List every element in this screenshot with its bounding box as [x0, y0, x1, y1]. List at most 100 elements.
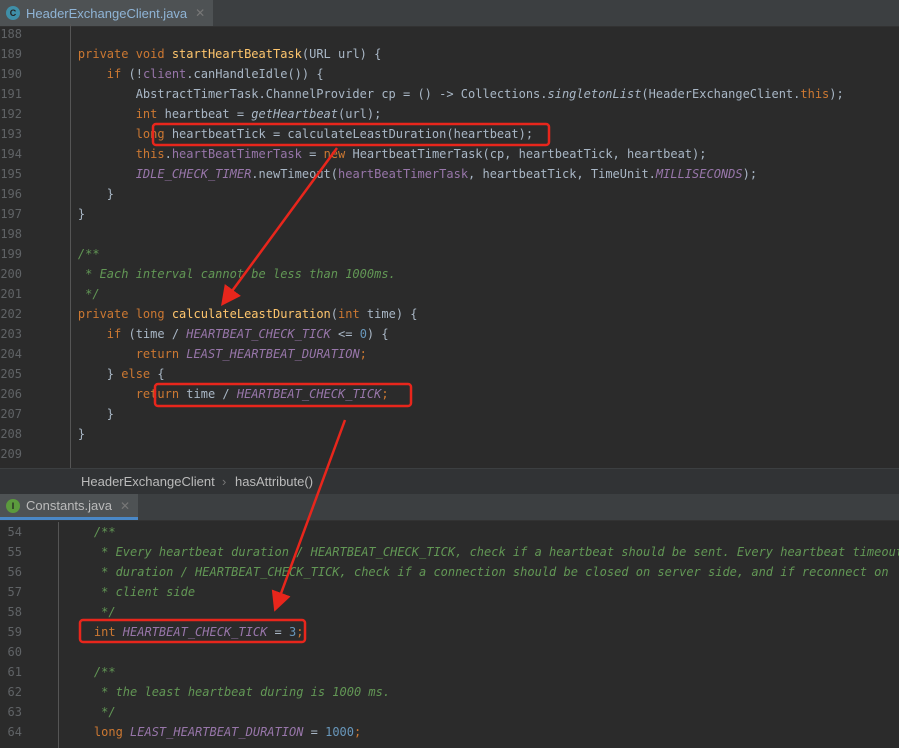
line-number: 191	[0, 87, 22, 101]
code-line: 198	[0, 224, 899, 244]
code-token: else	[121, 367, 158, 381]
breadcrumb-method[interactable]: hasAttribute()	[235, 469, 313, 494]
code-token: (HeaderExchangeClient.	[641, 87, 801, 101]
line-number: 196	[0, 187, 22, 201]
line-number: 64	[7, 725, 22, 739]
line-number: 206	[0, 387, 22, 401]
code-token: int	[49, 107, 165, 121]
code-token: this	[800, 87, 830, 101]
code-text: }	[49, 184, 114, 204]
code-text: } else {	[49, 364, 165, 384]
editor-top[interactable]: 188 189 private void startHeartBeatTask(U…	[0, 24, 899, 468]
code-text: long LEAST_HEARTBEAT_DURATION = 1000;	[65, 722, 361, 742]
code-token: ;	[381, 387, 389, 401]
code-line: 62 * the least heartbeat during is 1000 …	[0, 682, 899, 702]
code-token: ;	[296, 625, 304, 639]
code-text: }	[49, 404, 114, 424]
code-line: 206 return time / HEARTBEAT_CHECK_TICK;	[0, 384, 899, 404]
code-line: 61 /**	[0, 662, 899, 682]
code-text: if (time / HEARTBEAT_CHECK_TICK <= 0) {	[49, 324, 389, 344]
code-token: long	[49, 127, 172, 141]
code-token: }	[49, 207, 86, 221]
code-text: IDLE_CHECK_TIMER.newTimeout(heartBeatTim…	[49, 164, 757, 184]
code-token: 1000	[325, 725, 355, 739]
code-token: heartbeat =	[164, 107, 252, 121]
line-number: 189	[0, 47, 22, 61]
line-number: 61	[7, 665, 22, 679]
code-token: (!	[128, 67, 143, 81]
code-token: getHeartbeat	[251, 107, 338, 121]
bottom-tab-bar: I Constants.java ✕	[0, 494, 899, 521]
class-icon: C	[6, 6, 20, 20]
code-token: =	[301, 147, 324, 161]
code-token: (URL url) {	[301, 47, 382, 61]
code-token: /**	[65, 665, 116, 679]
line-number: 209	[0, 447, 22, 461]
code-text: this.heartBeatTimerTask = new HeartbeatT…	[49, 144, 707, 164]
code-text: int heartbeat = getHeartbeat(url);	[49, 104, 382, 124]
code-token: AbstractTimerTask.ChannelProvider cp = (…	[49, 87, 548, 101]
line-number: 57	[7, 585, 22, 599]
code-token: );	[829, 87, 844, 101]
line-number: 205	[0, 367, 22, 381]
line-number: 55	[7, 545, 22, 559]
editor-bottom[interactable]: 54 /** 55 * Every heartbeat duration / HE…	[0, 522, 899, 748]
line-number: 200	[0, 267, 22, 281]
code-token: long	[65, 725, 131, 739]
code-line: 58 */	[0, 602, 899, 622]
code-line: 200 * Each interval cannot be less than …	[0, 264, 899, 284]
code-token: this	[49, 147, 165, 161]
line-number: 188	[0, 27, 22, 41]
code-text: }	[49, 204, 85, 224]
line-number: 198	[0, 227, 22, 241]
code-token: /**	[65, 525, 116, 539]
code-token: if	[49, 67, 129, 81]
breadcrumb-separator: ›	[222, 474, 227, 489]
code-line: 204 return LEAST_HEARTBEAT_DURATION;	[0, 344, 899, 364]
line-number: 204	[0, 347, 22, 361]
code-token: <=	[330, 327, 360, 341]
code-text: private void startHeartBeatTask(URL url)…	[49, 44, 381, 64]
code-line: 55 * Every heartbeat duration / HEARTBEA…	[0, 542, 899, 562]
top-tab-bar: C HeaderExchangeClient.java ✕	[0, 0, 899, 27]
code-line: 63 */	[0, 702, 899, 722]
breadcrumb-class[interactable]: HeaderExchangeClient	[81, 469, 215, 494]
code-token: (time /	[128, 327, 187, 341]
code-text: /**	[65, 522, 116, 542]
line-number: 199	[0, 247, 22, 261]
line-number: 201	[0, 287, 22, 301]
code-token: HeartbeatTimerTask(cp, heartbeatTick, he…	[352, 147, 707, 161]
code-line: 189 private void startHeartBeatTask(URL …	[0, 44, 899, 64]
line-number: 195	[0, 167, 22, 181]
code-token: * the least heartbeat during is 1000 ms.	[65, 685, 391, 699]
code-line: 197 }	[0, 204, 899, 224]
code-text: * client side	[65, 582, 195, 602]
code-token: private void	[49, 47, 172, 61]
code-text: */	[65, 602, 115, 622]
code-text: return LEAST_HEARTBEAT_DURATION;	[49, 344, 367, 364]
code-line: 60	[0, 642, 899, 662]
code-token: heartbeatTick = calculateLeastDuration(h…	[171, 127, 534, 141]
close-icon[interactable]: ✕	[120, 499, 130, 513]
code-text: }	[49, 424, 85, 444]
code-token: private long	[49, 307, 172, 321]
code-token: }	[49, 427, 86, 441]
code-token: time) {	[366, 307, 418, 321]
code-token: .canHandleIdle()) {	[186, 67, 324, 81]
code-token: heartBeatTimerTask	[171, 147, 302, 161]
line-number: 192	[0, 107, 22, 121]
code-text: AbstractTimerTask.ChannelProvider cp = (…	[49, 84, 844, 104]
code-line: 54 /**	[0, 522, 899, 542]
code-token: * Every heartbeat duration / HEARTBEAT_C…	[65, 545, 899, 559]
code-token: new	[323, 147, 353, 161]
line-number: 190	[0, 67, 22, 81]
line-number: 58	[7, 605, 22, 619]
tab-header-exchange-client[interactable]: C HeaderExchangeClient.java ✕	[0, 0, 214, 26]
code-token: MILLISECONDS	[655, 167, 743, 181]
code-line: 194 this.heartBeatTimerTask = new Heartb…	[0, 144, 899, 164]
close-icon[interactable]: ✕	[195, 6, 205, 20]
code-text: /**	[49, 244, 100, 264]
code-token: IDLE_CHECK_TIMER	[49, 167, 252, 181]
code-text: if (!client.canHandleIdle()) {	[49, 64, 324, 84]
tab-constants[interactable]: I Constants.java ✕	[0, 494, 139, 520]
